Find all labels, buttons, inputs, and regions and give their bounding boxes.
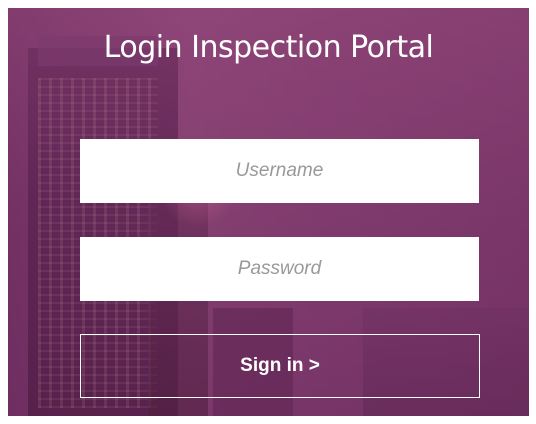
login-panel: Login Inspection Portal Sign in > [8,8,529,416]
username-input[interactable] [80,139,479,203]
page-title: Login Inspection Portal [103,30,434,65]
password-input[interactable] [80,237,479,301]
sign-in-button[interactable]: Sign in > [80,334,480,398]
